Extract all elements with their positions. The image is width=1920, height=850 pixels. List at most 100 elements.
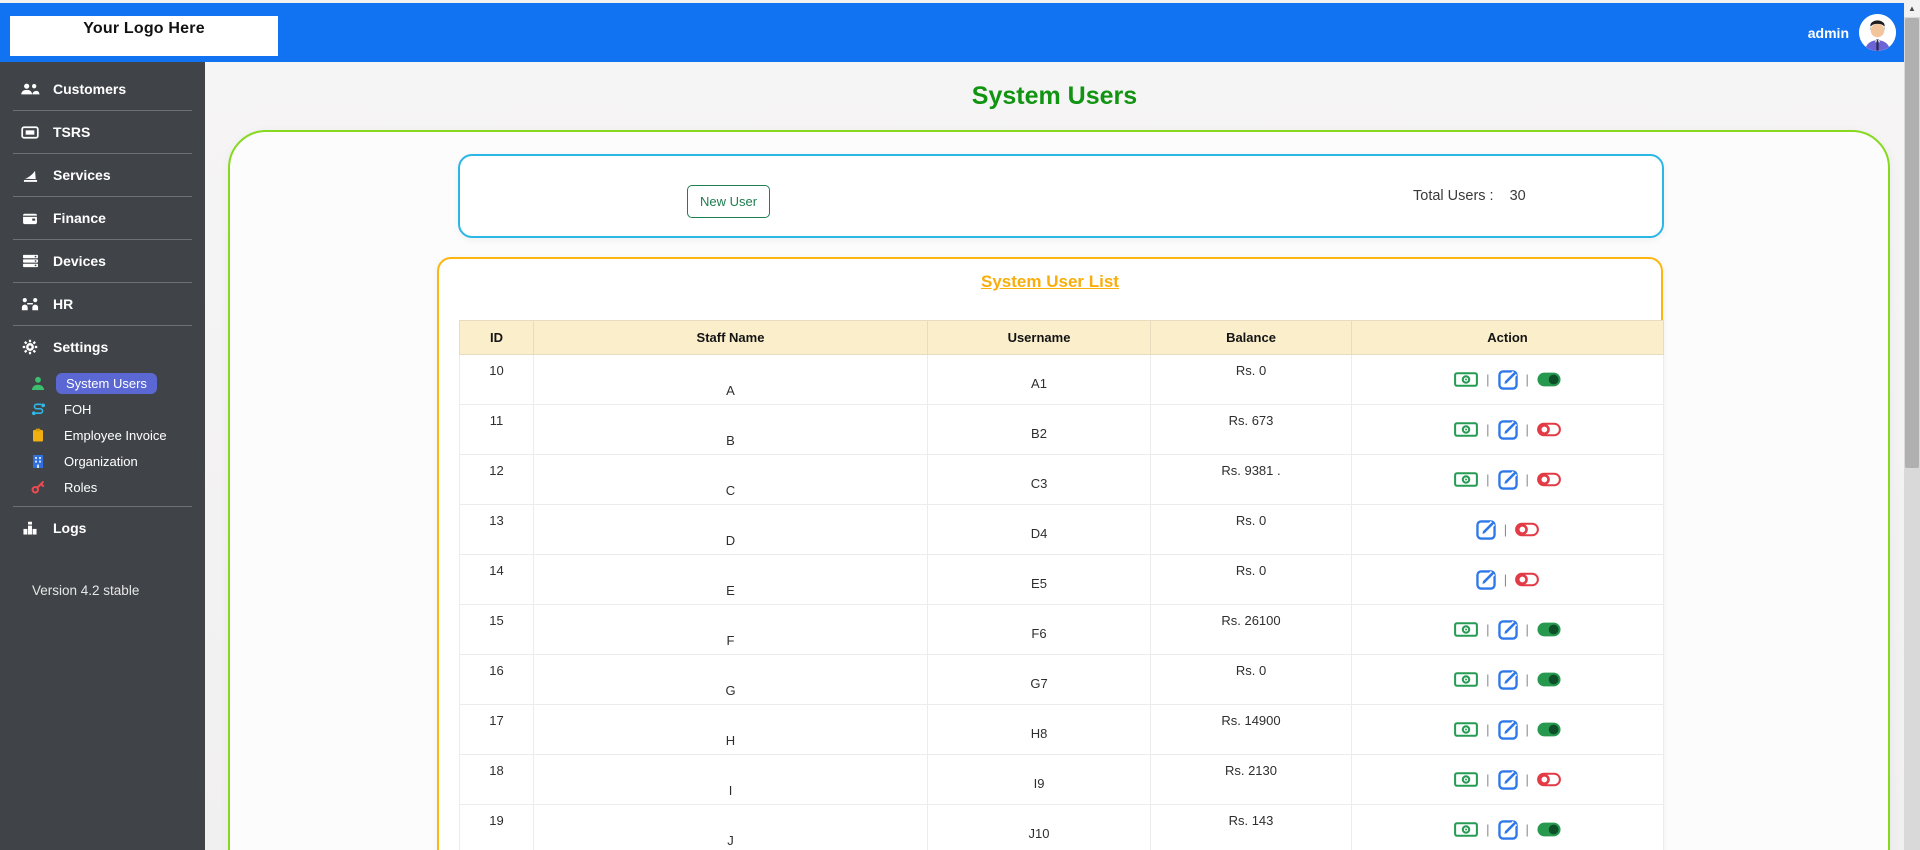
cell-actions: | | — [1351, 754, 1664, 805]
cell-username: A1 — [927, 354, 1151, 405]
new-user-button[interactable]: New User — [687, 185, 770, 218]
total-users-label: Total Users : — [1413, 188, 1494, 204]
money-icon[interactable] — [1454, 472, 1479, 487]
edit-icon[interactable] — [1497, 619, 1518, 640]
sidebar-subitem-label: Organization — [64, 453, 138, 469]
scrollbar[interactable]: ▲ — [1904, 0, 1920, 850]
toggle-on-icon[interactable] — [1537, 372, 1561, 387]
money-icon[interactable] — [1454, 622, 1479, 637]
money-icon[interactable] — [1454, 772, 1479, 787]
table-row: 13 D D4 Rs. 0 | — [459, 504, 1664, 555]
edit-icon[interactable] — [1497, 669, 1518, 690]
sidebar-item-tsrs[interactable]: TSRS — [0, 111, 205, 153]
cell-staff-name: F — [533, 604, 928, 655]
money-icon[interactable] — [1454, 422, 1479, 437]
key-icon — [30, 480, 46, 494]
cell-username: G7 — [927, 654, 1151, 705]
clipboard-icon — [30, 428, 46, 442]
cell-id: 18 — [459, 754, 534, 805]
logo-text: Your Logo Here — [83, 20, 205, 37]
sidebar-item-settings[interactable]: Settings — [0, 326, 205, 368]
action-separator: | — [1486, 772, 1490, 787]
sidebar-item-services[interactable]: Services — [0, 154, 205, 196]
toggle-off-icon[interactable] — [1515, 522, 1540, 537]
edit-icon[interactable] — [1476, 569, 1496, 590]
edit-icon[interactable] — [1497, 419, 1518, 440]
toggle-on-icon[interactable] — [1537, 672, 1561, 687]
sidebar-item-logs[interactable]: Logs — [0, 507, 205, 549]
table-header: ID Staff Name Username Balance Action — [459, 320, 1664, 355]
toggle-on-icon[interactable] — [1537, 622, 1561, 637]
edit-icon[interactable] — [1497, 469, 1518, 490]
cell-actions: | | — [1351, 704, 1664, 755]
sidebar-item-hr[interactable]: HR — [0, 283, 205, 325]
action-separator: | — [1486, 422, 1490, 437]
edit-icon[interactable] — [1497, 719, 1518, 740]
scroll-up-arrow[interactable]: ▲ — [1904, 0, 1920, 17]
cell-balance: Rs. 2130 — [1150, 754, 1352, 805]
toggle-off-icon[interactable] — [1536, 422, 1561, 437]
cell-actions: | | — [1351, 454, 1664, 505]
user-avatar[interactable] — [1859, 14, 1896, 51]
sidebar-subitem-roles[interactable]: Roles — [0, 474, 205, 500]
wallet-icon — [20, 212, 40, 225]
action-separator: | — [1503, 572, 1508, 587]
toggle-off-icon[interactable] — [1515, 572, 1540, 587]
sidebar-item-devices[interactable]: Devices — [0, 240, 205, 282]
sidebar-item-label: Settings — [53, 339, 109, 355]
column-header-username: Username — [927, 320, 1151, 355]
cell-actions: | | — [1351, 604, 1664, 655]
action-separator: | — [1525, 822, 1529, 837]
edit-icon[interactable] — [1476, 519, 1496, 540]
money-icon[interactable] — [1454, 372, 1479, 387]
sidebar-item-label: Finance — [53, 210, 106, 226]
cell-balance: Rs. 0 — [1150, 654, 1352, 705]
sidebar-subitem-system-users[interactable]: System Users — [0, 370, 205, 396]
action-separator: | — [1486, 672, 1490, 687]
cell-actions: | | — [1351, 654, 1664, 705]
sidebar-item-label: Devices — [53, 253, 106, 269]
scrollbar-thumb[interactable] — [1905, 18, 1919, 468]
send-icon — [20, 168, 40, 183]
toggle-on-icon[interactable] — [1537, 722, 1561, 737]
table-row: 17 H H8 Rs. 14900 | | — [459, 704, 1664, 755]
sidebar-subitem-organization[interactable]: Organization — [0, 448, 205, 474]
main-content: System Users New User Total Users : 30 Sy… — [205, 62, 1904, 850]
user-table: ID Staff Name Username Balance Action 10 A A1 R… — [459, 320, 1664, 850]
action-separator: | — [1525, 422, 1529, 437]
cell-id: 10 — [459, 354, 534, 405]
action-separator: | — [1486, 822, 1490, 837]
person-icon — [30, 376, 46, 390]
table-row: 16 G G7 Rs. 0 | | — [459, 654, 1664, 705]
edit-icon[interactable] — [1497, 369, 1518, 390]
table-row: 10 A A1 Rs. 0 | | — [459, 354, 1664, 405]
toggle-off-icon[interactable] — [1536, 472, 1561, 487]
action-separator: | — [1525, 622, 1529, 637]
cell-username: E5 — [927, 554, 1151, 605]
cell-actions: | — [1351, 504, 1664, 555]
action-separator: | — [1525, 722, 1529, 737]
cell-staff-name: C — [533, 454, 928, 505]
edit-icon[interactable] — [1497, 769, 1518, 790]
sidebar-item-label: Customers — [53, 81, 127, 97]
sidebar-subitem-employee-invoice[interactable]: Employee Invoice — [0, 422, 205, 448]
action-separator: | — [1486, 722, 1490, 737]
toolbar-box: New User Total Users : 30 — [458, 154, 1664, 238]
toggle-on-icon[interactable] — [1537, 822, 1561, 837]
edit-icon[interactable] — [1497, 819, 1518, 840]
sidebar-item-customers[interactable]: Customers — [0, 68, 205, 110]
cell-id: 15 — [459, 604, 534, 655]
card-icon — [20, 125, 40, 139]
logo-box: Your Logo Here — [10, 16, 278, 56]
cell-staff-name: D — [533, 504, 928, 555]
sidebar-subitem-foh[interactable]: FOH — [0, 396, 205, 422]
server-icon — [20, 254, 40, 268]
money-icon[interactable] — [1454, 722, 1479, 737]
cell-username: I9 — [927, 754, 1151, 805]
page-title: System Users — [971, 82, 1138, 110]
toggle-off-icon[interactable] — [1536, 772, 1561, 787]
money-icon[interactable] — [1454, 822, 1479, 837]
version-label: Version 4.2 stable — [32, 583, 140, 598]
sidebar-item-finance[interactable]: Finance — [0, 197, 205, 239]
money-icon[interactable] — [1454, 672, 1479, 687]
